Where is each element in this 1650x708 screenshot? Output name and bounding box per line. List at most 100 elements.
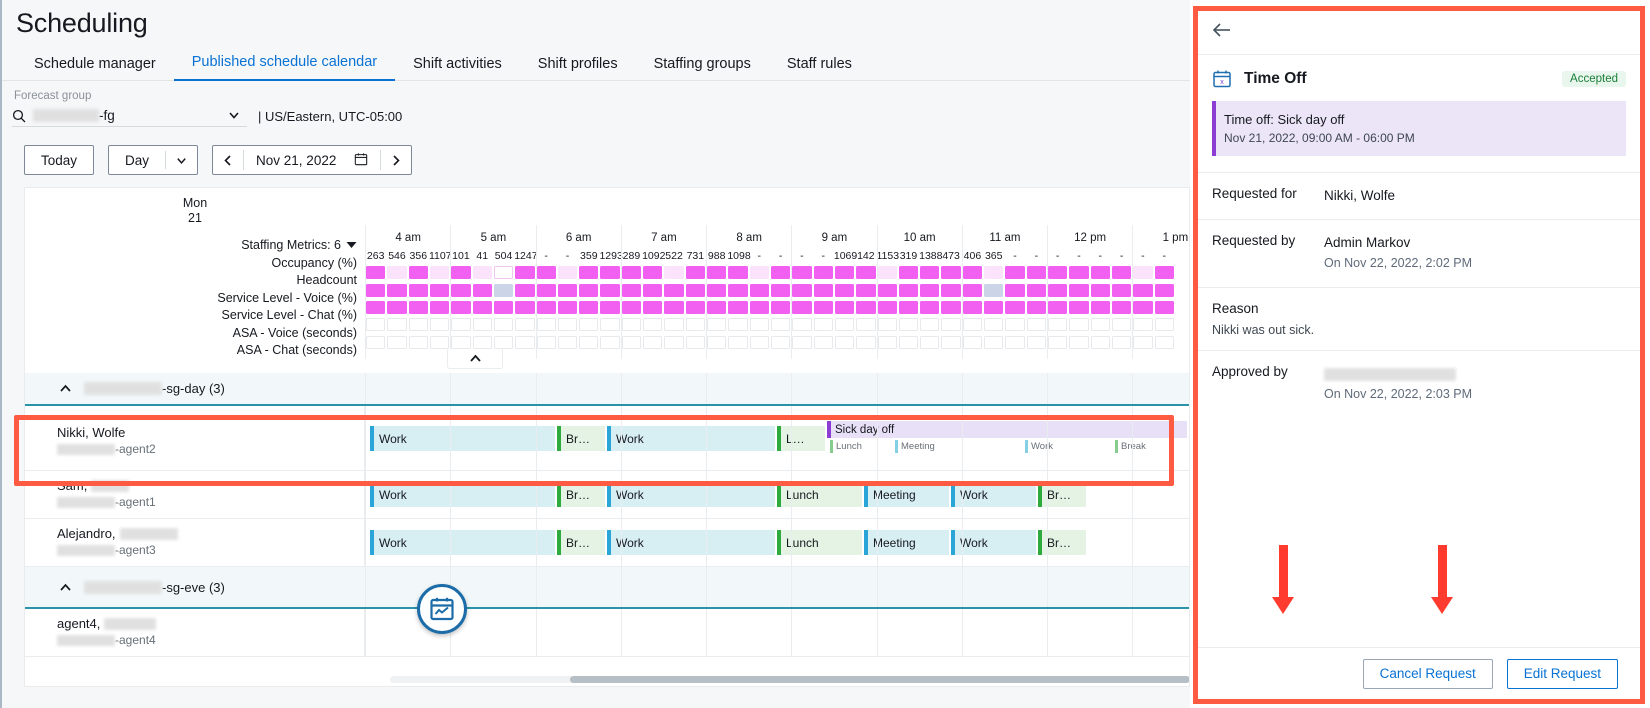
sl-voice-cell[interactable]	[514, 284, 535, 297]
headcount-cell[interactable]	[1047, 266, 1068, 279]
asa-voice-cell[interactable]	[706, 318, 727, 331]
asa-voice-cell[interactable]	[898, 318, 919, 331]
asa-chat-cell[interactable]	[1090, 336, 1111, 349]
asa-voice-cell[interactable]	[557, 318, 578, 331]
shift-block-work[interactable]: Work	[951, 482, 1036, 507]
headcount-cell[interactable]	[791, 266, 812, 279]
forecast-group-select[interactable]: -fg	[12, 105, 247, 127]
sl-voice-cell[interactable]	[1026, 284, 1047, 297]
tab-published-schedule-calendar[interactable]: Published schedule calendar	[174, 54, 395, 81]
sl-chat-cell[interactable]	[536, 301, 557, 314]
shift-block-work[interactable]: Work	[951, 530, 1036, 555]
agent-row-alejandro[interactable]: Alejandro, -agent3 Work Br… Work Lunch M…	[25, 519, 1189, 567]
headcount-cell[interactable]	[940, 266, 961, 279]
asa-voice-cell[interactable]	[1111, 318, 1132, 331]
sl-voice-cell[interactable]	[642, 284, 663, 297]
view-selector-value[interactable]: Day	[109, 146, 165, 174]
sl-voice-cell[interactable]	[770, 284, 791, 297]
asa-voice-cell[interactable]	[429, 318, 450, 331]
headcount-cell[interactable]	[983, 266, 1004, 279]
sl-voice-cell[interactable]	[813, 284, 834, 297]
sl-chat-cell[interactable]	[429, 301, 450, 314]
sl-voice-cell[interactable]	[877, 284, 898, 297]
sl-voice-cell[interactable]	[940, 284, 961, 297]
headcount-cell[interactable]	[557, 266, 578, 279]
headcount-cell[interactable]	[1026, 266, 1047, 279]
sl-chat-cell[interactable]	[1154, 301, 1175, 314]
headcount-cell[interactable]	[727, 266, 748, 279]
sl-voice-cell[interactable]	[472, 284, 493, 297]
asa-voice-cell[interactable]	[1132, 318, 1153, 331]
horizontal-scrollbar-thumb[interactable]	[570, 676, 1190, 683]
sl-voice-cell[interactable]	[386, 284, 407, 297]
headcount-cell[interactable]	[365, 266, 386, 279]
sl-chat-cell[interactable]	[578, 301, 599, 314]
staffing-metrics-dropdown[interactable]: Staffing Metrics: 6	[25, 235, 357, 255]
sl-chat-cell[interactable]	[706, 301, 727, 314]
asa-chat-cell[interactable]	[450, 336, 471, 349]
sl-voice-cell[interactable]	[1004, 284, 1025, 297]
chevron-up-icon[interactable]	[59, 381, 72, 396]
next-day-button[interactable]	[381, 154, 411, 167]
asa-voice-cell[interactable]	[940, 318, 961, 331]
asa-voice-cell[interactable]	[1026, 318, 1047, 331]
asa-chat-cell[interactable]	[727, 336, 748, 349]
sl-chat-cell[interactable]	[898, 301, 919, 314]
asa-chat-cell[interactable]	[940, 336, 961, 349]
headcount-cell[interactable]	[663, 266, 684, 279]
asa-voice-cell[interactable]	[749, 318, 770, 331]
asa-voice-cell[interactable]	[813, 318, 834, 331]
sl-chat-cell[interactable]	[514, 301, 535, 314]
sl-chat-cell[interactable]	[983, 301, 1004, 314]
chevron-down-icon[interactable]	[166, 146, 197, 174]
shift-block-work[interactable]: Work	[607, 482, 775, 507]
asa-voice-cell[interactable]	[621, 318, 642, 331]
headcount-cell[interactable]	[642, 266, 663, 279]
asa-chat-cell[interactable]	[365, 336, 386, 349]
headcount-cell[interactable]	[813, 266, 834, 279]
sl-voice-cell[interactable]	[450, 284, 471, 297]
collapse-metrics-button[interactable]	[447, 349, 503, 369]
asa-chat-cell[interactable]	[962, 336, 983, 349]
headcount-cell[interactable]	[685, 266, 706, 279]
sub-activity-work[interactable]: Work	[1025, 440, 1087, 453]
asa-chat-cell[interactable]	[621, 336, 642, 349]
tab-shift-profiles[interactable]: Shift profiles	[520, 56, 636, 81]
headcount-cell[interactable]	[877, 266, 898, 279]
agent-timeline-nikki[interactable]: Work Br… Work L… Sick day off Lunch Meet…	[365, 406, 1189, 470]
asa-voice-cell[interactable]	[408, 318, 429, 331]
sl-chat-cell[interactable]	[493, 301, 514, 314]
asa-voice-cell[interactable]	[685, 318, 706, 331]
sub-activity-meeting[interactable]: Meeting	[895, 440, 983, 453]
shift-block-work[interactable]: Work	[370, 530, 555, 555]
sub-activity-break[interactable]: Break	[1115, 440, 1177, 453]
headcount-cell[interactable]	[898, 266, 919, 279]
asa-voice-cell[interactable]	[514, 318, 535, 331]
asa-voice-cell[interactable]	[536, 318, 557, 331]
sl-voice-cell[interactable]	[1047, 284, 1068, 297]
headcount-cell[interactable]	[855, 266, 876, 279]
sl-voice-cell[interactable]	[727, 284, 748, 297]
shift-block-work[interactable]: Work	[607, 426, 775, 451]
cancel-request-button[interactable]: Cancel Request	[1363, 659, 1493, 689]
asa-chat-cell[interactable]	[685, 336, 706, 349]
asa-chat-cell[interactable]	[791, 336, 812, 349]
asa-voice-cell[interactable]	[1154, 318, 1175, 331]
sl-voice-cell[interactable]	[898, 284, 919, 297]
sl-voice-cell[interactable]	[1111, 284, 1132, 297]
asa-chat-cell[interactable]	[834, 336, 855, 349]
sl-chat-cell[interactable]	[450, 301, 471, 314]
asa-voice-cell[interactable]	[1068, 318, 1089, 331]
asa-chat-cell[interactable]	[877, 336, 898, 349]
sl-chat-cell[interactable]	[1026, 301, 1047, 314]
sl-chat-cell[interactable]	[962, 301, 983, 314]
sl-voice-cell[interactable]	[706, 284, 727, 297]
asa-chat-cell[interactable]	[1047, 336, 1068, 349]
headcount-cell[interactable]	[536, 266, 557, 279]
shift-block-break[interactable]: Br…	[557, 530, 605, 555]
asa-chat-cell[interactable]	[472, 336, 493, 349]
asa-chat-cell[interactable]	[408, 336, 429, 349]
sl-chat-cell[interactable]	[791, 301, 812, 314]
asa-chat-cell[interactable]	[642, 336, 663, 349]
shift-block-lunch[interactable]: L…	[777, 426, 825, 451]
